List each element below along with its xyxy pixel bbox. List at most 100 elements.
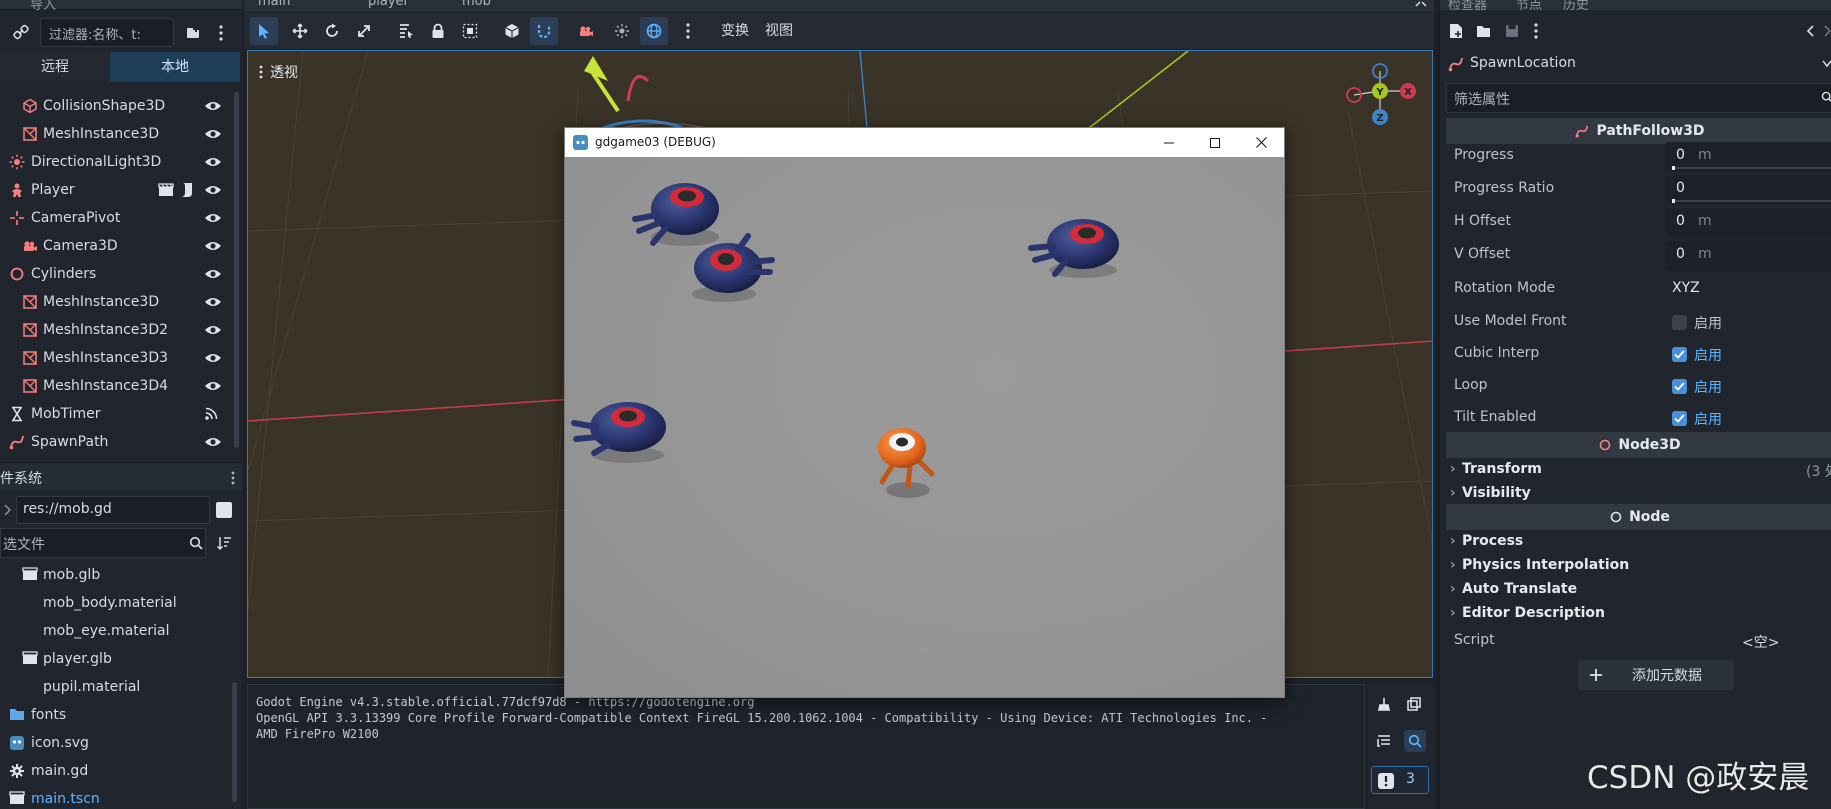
sun-toggle-icon[interactable]: [608, 17, 636, 45]
save-icon[interactable]: [1504, 23, 1520, 39]
filesystem-path-field[interactable]: res://mob.gd: [16, 496, 210, 524]
eye-icon[interactable]: [204, 239, 222, 253]
tree-item-cylinders[interactable]: Cylinders: [0, 260, 232, 288]
open-scene-icon[interactable]: [158, 183, 174, 197]
h-offset-field[interactable]: 0 m: [1666, 208, 1831, 238]
group-physics-interpolation[interactable]: › Physics Interpolation: [1446, 554, 1831, 578]
group-icon[interactable]: [456, 17, 484, 45]
scene-filter-input[interactable]: 过滤器:名称、t:: [40, 18, 174, 47]
eye-icon[interactable]: [204, 211, 222, 225]
rotate-mode-icon[interactable]: [318, 17, 346, 45]
search-icon[interactable]: [1821, 90, 1831, 104]
clear-output-icon[interactable]: [1376, 696, 1392, 712]
tree-item-player[interactable]: Player: [0, 176, 232, 204]
tree-item-directionallight3d[interactable]: DirectionalLight3D: [0, 148, 232, 176]
group-process[interactable]: › Process: [1446, 530, 1831, 554]
lock-icon[interactable]: [424, 17, 452, 45]
tree-item-meshinstance3d2[interactable]: MeshInstance3D2: [0, 316, 232, 344]
group-transform[interactable]: › Transform (3 处: [1446, 458, 1831, 482]
search-icon[interactable]: [188, 535, 204, 551]
tab-player[interactable]: player: [368, 0, 409, 9]
tab-history[interactable]: 历史: [1563, 0, 1589, 13]
list-select-icon[interactable]: [392, 17, 420, 45]
tree-item-meshinstance3d3[interactable]: MeshInstance3D3: [0, 344, 232, 372]
tab-inspector[interactable]: 检查器: [1448, 0, 1487, 13]
more-options-icon[interactable]: [674, 17, 702, 45]
script-icon[interactable]: [180, 182, 194, 198]
move-mode-icon[interactable]: [286, 17, 314, 45]
more-options-icon[interactable]: [214, 23, 228, 43]
file-item[interactable]: mob_body.material: [0, 589, 232, 617]
scale-mode-icon[interactable]: [350, 17, 378, 45]
chevron-right-icon[interactable]: [2, 503, 12, 517]
view-menu[interactable]: 视图: [765, 20, 793, 40]
eye-icon[interactable]: [204, 435, 222, 449]
instance-scene-icon[interactable]: [184, 23, 204, 43]
group-visibility[interactable]: › Visibility: [1446, 482, 1831, 506]
game-viewport[interactable]: [565, 157, 1284, 697]
eye-icon[interactable]: [204, 183, 222, 197]
error-filter-toggle[interactable]: 3: [1371, 766, 1429, 794]
tree-item-collisionshape3d[interactable]: CollisionShape3D: [0, 92, 232, 120]
file-item[interactable]: mob_eye.material: [0, 617, 232, 645]
rotation-mode-dropdown[interactable]: XYZ: [1672, 280, 1700, 296]
snap-icon[interactable]: [530, 17, 558, 45]
group-auto-translate[interactable]: › Auto Translate: [1446, 578, 1831, 602]
filesystem-filter-input[interactable]: 选文件: [0, 528, 206, 558]
toggle-split-mode-icon[interactable]: [216, 502, 232, 518]
copy-output-icon[interactable]: [1406, 696, 1422, 712]
game-debug-window[interactable]: gdgame03 (DEBUG): [564, 127, 1285, 698]
tree-item-meshinstance3d4[interactable]: MeshInstance3D4: [0, 372, 232, 400]
loop-checkbox[interactable]: [1672, 379, 1687, 394]
close-icon[interactable]: [1238, 128, 1284, 157]
camera-preview-icon[interactable]: [572, 17, 600, 45]
eye-icon[interactable]: [204, 379, 222, 393]
file-item[interactable]: player.glb: [0, 645, 232, 673]
local-tab[interactable]: 本地: [110, 52, 240, 82]
tab-mob[interactable]: mob: [462, 0, 491, 9]
maximize-icon[interactable]: [1192, 128, 1238, 157]
eye-icon[interactable]: [204, 295, 222, 309]
tab-import[interactable]: 导入: [30, 0, 56, 13]
cubic-interp-checkbox[interactable]: [1672, 347, 1687, 362]
distraction-free-icon[interactable]: [1414, 0, 1428, 8]
file-item[interactable]: main.gd: [0, 757, 232, 785]
environment-toggle-icon[interactable]: [640, 17, 668, 45]
inspected-node-selector[interactable]: SpawnLocation: [1440, 50, 1831, 78]
add-metadata-button[interactable]: 添加元数据: [1578, 660, 1734, 690]
progress-slider-track[interactable]: [1672, 166, 1831, 170]
sort-icon[interactable]: [216, 534, 232, 552]
tree-item-meshinstance3d[interactable]: MeshInstance3D: [0, 288, 232, 316]
scene-tree-scrollbar[interactable]: [234, 92, 239, 448]
collapse-messages-icon[interactable]: [1376, 733, 1392, 749]
signal-icon[interactable]: [204, 407, 222, 421]
transform-menu[interactable]: 变换: [721, 20, 749, 40]
eye-icon[interactable]: [204, 155, 222, 169]
tree-item-spawnpath[interactable]: SpawnPath: [0, 428, 232, 456]
minimize-icon[interactable]: [1146, 128, 1192, 157]
group-editor-description[interactable]: › Editor Description: [1446, 602, 1831, 626]
history-forward-icon[interactable]: [1822, 23, 1831, 39]
filesystem-scrollbar[interactable]: [232, 682, 237, 802]
script-resource-picker[interactable]: <空>: [1742, 632, 1779, 652]
more-options-icon[interactable]: [230, 470, 236, 486]
tab-node[interactable]: 节点: [1516, 0, 1542, 13]
open-folder-icon[interactable]: [1476, 23, 1492, 39]
eye-icon[interactable]: [204, 127, 222, 141]
tree-item-meshinstance3d[interactable]: MeshInstance3D: [0, 120, 232, 148]
game-window-titlebar[interactable]: gdgame03 (DEBUG): [565, 128, 1284, 157]
more-options-icon[interactable]: [1532, 23, 1540, 39]
perspective-menu-button[interactable]: 透视: [256, 59, 316, 85]
file-item[interactable]: mob.glb: [0, 561, 232, 589]
eye-icon[interactable]: [204, 351, 222, 365]
tilt-enabled-checkbox[interactable]: [1672, 411, 1687, 426]
file-item[interactable]: pupil.material: [0, 673, 232, 701]
tree-item-camera3d[interactable]: Camera3D: [0, 232, 232, 260]
tree-item-camerapivot[interactable]: CameraPivot: [0, 204, 232, 232]
new-resource-icon[interactable]: [1448, 23, 1464, 39]
local-space-icon[interactable]: [498, 17, 526, 45]
file-item[interactable]: icon.svg: [0, 729, 232, 757]
progress-ratio-slider-track[interactable]: [1672, 199, 1831, 203]
property-filter-input[interactable]: 筛选属性: [1446, 83, 1831, 113]
link-icon[interactable]: [12, 23, 30, 41]
